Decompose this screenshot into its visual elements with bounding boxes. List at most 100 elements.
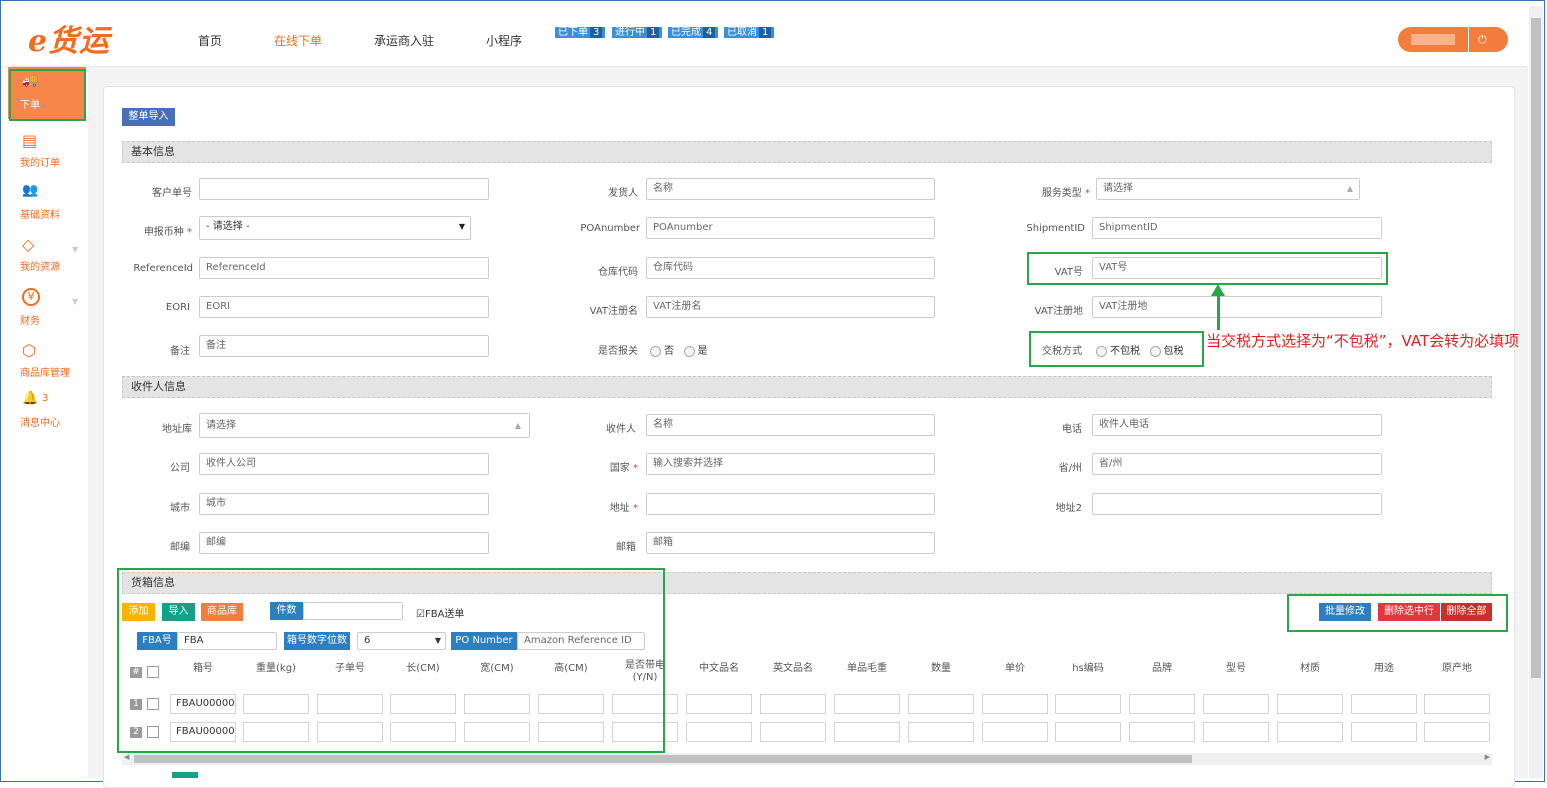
column-header: 原产地 [1442,663,1472,674]
table-cell[interactable] [1351,722,1417,742]
vat-name-input[interactable]: VAT注册名 [646,296,935,318]
sidebar-item-product-lib[interactable]: ⬡ 商品库管理 [8,335,86,387]
highlight-cargo-actions [1287,594,1508,632]
vertical-scrollbar[interactable] [1529,6,1543,778]
sidebar-item-my-resources[interactable]: ◇ 我的资源 ▼ [8,229,86,281]
chevron-up-icon: ▲ [514,421,521,430]
address-book-select[interactable]: 请选择 ▲ [199,413,530,438]
table-cell[interactable] [834,722,900,742]
email-input[interactable]: 邮箱 [646,532,935,554]
receiver-name-input[interactable]: 名称 [646,414,935,436]
phone-input[interactable]: 收件人电话 [1092,414,1382,436]
scroll-left-icon[interactable]: ◀ [124,753,129,761]
address-book-value: 请选择 [206,420,236,431]
badge-ordered[interactable]: 已下单 3 [555,27,606,38]
table-cell[interactable] [1277,694,1343,714]
horizontal-scrollbar[interactable]: ◀ ▶ [122,753,1492,765]
box-icon: ⬡ [22,341,36,360]
user-menu[interactable]: ⏻ [1398,27,1508,52]
power-icon[interactable]: ⏻ [1478,33,1487,47]
po-number-input[interactable]: POAnumber [646,217,935,239]
table-cell[interactable] [686,722,752,742]
customs-option-yes-label: 是 [697,346,708,357]
import-order-button[interactable]: 整单导入 [122,108,175,126]
badge-cancelled[interactable]: 已取消 1 [724,27,775,38]
shipment-id-input[interactable]: ShipmentID [1092,217,1382,239]
table-cell[interactable] [1129,722,1195,742]
table-cell[interactable] [1203,722,1269,742]
table-cell[interactable] [908,694,974,714]
scroll-thumb[interactable] [134,755,1192,763]
nav-mini-program[interactable]: 小程序 [486,32,522,49]
table-cell[interactable] [760,694,826,714]
receiver-name-label: 收件人 [606,424,636,435]
eori-input[interactable]: EORI [199,296,489,318]
badge-completed-label: 已完成 [671,27,701,38]
sidebar-item-messages[interactable]: 🔔 3 消息中心 [8,385,86,437]
chevron-down-icon: ▼ [72,245,79,254]
service-type-select[interactable]: 请选择 ▲ [1096,178,1360,200]
shipper-input[interactable]: 名称 [646,178,935,200]
vat-address-input[interactable]: VAT注册地 [1092,296,1382,318]
sidebar-item-label: 我的资源 [20,262,60,273]
scroll-right-icon[interactable]: ▶ [1485,753,1490,761]
pagination-active[interactable] [172,772,198,778]
table-cell[interactable] [1055,722,1121,742]
column-header: 中文品名 [699,663,739,674]
message-count: 3 [42,393,49,404]
po-number-label: POAnumber [580,223,640,234]
logo[interactable]: e货运 [28,16,110,60]
customs-label: 是否报关 [598,346,638,357]
nav-carrier-join[interactable]: 承运商入驻 [374,32,434,49]
customer-no-input[interactable] [199,178,489,200]
table-cell[interactable] [1277,722,1343,742]
section-basic-info: 基本信息 [122,141,1492,163]
column-header: 材质 [1300,663,1320,674]
table-cell[interactable] [834,694,900,714]
table-cell[interactable] [1424,722,1490,742]
table-cell[interactable] [1351,694,1417,714]
badge-cancelled-count: 1 [759,27,772,38]
chevron-down-icon: ▼ [458,222,465,231]
sidebar-item-basic-data[interactable]: 👥 基础资料 [8,177,86,229]
badge-in-progress-count: 1 [647,27,660,38]
address-input[interactable] [646,493,935,515]
address2-input[interactable] [1092,493,1382,515]
badge-in-progress[interactable]: 进行中 1 [612,27,663,38]
customs-option-yes[interactable]: 是 [683,345,708,357]
radio-icon [683,345,695,357]
bell-icon: 🔔 [22,391,39,406]
zip-input[interactable]: 邮编 [199,532,489,554]
table-cell[interactable] [908,722,974,742]
table-cell[interactable] [686,694,752,714]
nav-online-order[interactable]: 在线下单 [274,32,322,49]
sidebar-item-finance[interactable]: ¥ 财务 ▼ [8,283,86,335]
city-input[interactable]: 城市 [199,493,489,515]
table-cell[interactable] [1424,694,1490,714]
company-input[interactable]: 收件人公司 [199,453,489,475]
badge-cancelled-label: 已取消 [727,27,757,38]
table-cell[interactable] [982,722,1048,742]
country-input[interactable]: 输入搜索并选择 [646,453,935,475]
table-cell[interactable] [1129,694,1195,714]
badge-completed[interactable]: 已完成 4 [668,27,719,38]
province-input[interactable]: 省/州 [1092,453,1382,475]
reference-id-label: ReferenceId [133,263,193,274]
table-cell[interactable] [1055,694,1121,714]
remark-input[interactable]: 备注 [199,335,489,357]
customs-option-no[interactable]: 否 [650,345,674,357]
currency-select[interactable]: - 请选择 - ▼ [199,216,471,240]
sidebar-item-my-orders[interactable]: ▤ 我的订单 [8,125,86,177]
shipper-label: 发货人 [608,188,638,199]
nav-home[interactable]: 首页 [198,32,222,49]
city-label: 城市 [170,503,190,514]
table-cell[interactable] [1203,694,1269,714]
email-label: 邮箱 [616,542,636,553]
radio-icon [650,345,661,357]
chevron-up-icon: ▲ [1346,184,1353,193]
reference-id-input[interactable]: ReferenceId [199,257,489,279]
warehouse-code-input[interactable]: 仓库代码 [646,257,935,279]
column-header: 用途 [1374,663,1394,674]
table-cell[interactable] [760,722,826,742]
table-cell[interactable] [982,694,1048,714]
